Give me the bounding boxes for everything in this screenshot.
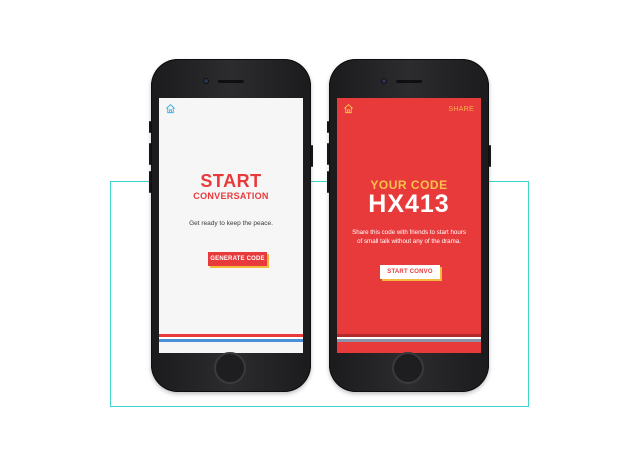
- code-description: Share this code with friends to start ho…: [352, 229, 466, 245]
- home-icon[interactable]: [165, 103, 176, 114]
- front-camera: [382, 79, 386, 83]
- home-icon[interactable]: [343, 103, 354, 114]
- earpiece-speaker: [218, 80, 244, 83]
- generate-code-button[interactable]: GENERATE CODE: [208, 252, 267, 266]
- share-link[interactable]: SHARE: [448, 106, 474, 113]
- power-button: [311, 145, 313, 167]
- start-title: START: [200, 171, 262, 191]
- power-button: [489, 145, 491, 167]
- mute-switch: [327, 121, 329, 133]
- phone-left: START CONVERSATION Get ready to keep the…: [149, 59, 313, 392]
- tagline: Get ready to keep the peace.: [189, 220, 273, 227]
- hardware-home-button[interactable]: [214, 352, 246, 384]
- volume-down-button: [327, 171, 329, 193]
- start-convo-button[interactable]: START CONVO: [380, 265, 440, 279]
- volume-up-button: [327, 143, 329, 165]
- hardware-home-button[interactable]: [392, 352, 424, 384]
- volume-down-button: [149, 171, 151, 193]
- start-conversation-screen: START CONVERSATION Get ready to keep the…: [159, 98, 303, 353]
- earpiece-speaker: [396, 80, 422, 83]
- front-camera: [204, 79, 208, 83]
- phone-right: SHARE YOUR CODE HX413 Share this code wi…: [327, 59, 491, 392]
- conversation-code: HX413: [368, 190, 450, 218]
- mute-switch: [149, 121, 151, 133]
- your-code-screen: SHARE YOUR CODE HX413 Share this code wi…: [337, 98, 481, 353]
- conversation-title: CONVERSATION: [193, 191, 269, 201]
- volume-up-button: [149, 143, 151, 165]
